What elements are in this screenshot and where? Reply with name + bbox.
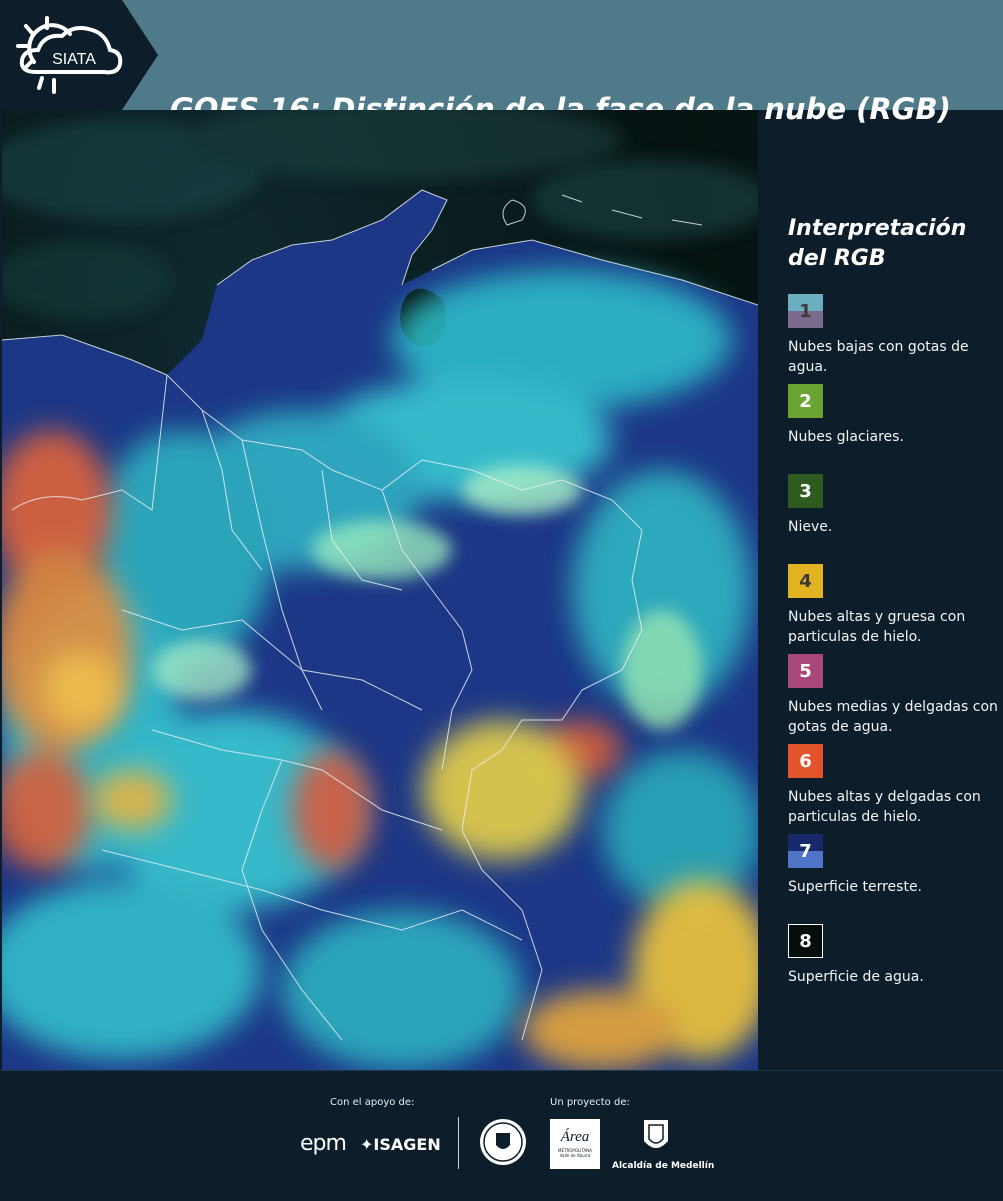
legend-swatch: 1 — [788, 294, 823, 328]
footer: Con el apoyo de: Un proyecto de: epm ✦IS… — [0, 1070, 1003, 1201]
legend-label: Superficie terreste. — [788, 879, 923, 895]
area-metropolitana-logo[interactable]: Área METROPOLITANA Valle de Aburrá — [550, 1119, 600, 1169]
legend-label: Nubes bajas con gotas de agua. — [788, 339, 969, 375]
isagen-star-icon: ✦ — [360, 1135, 374, 1154]
legend-swatch: 3 — [788, 474, 823, 508]
area-sub2: Valle de Aburrá — [559, 1153, 591, 1158]
legend-item: 6 Nubes altas y delgadas con particulas d… — [788, 744, 998, 834]
epm-logo[interactable]: epm — [300, 1131, 347, 1156]
legend-swatch: 2 — [788, 384, 823, 418]
legend-item: 4 Nubes altas y gruesa con particulas de … — [788, 564, 998, 654]
legend-label: Nieve. — [788, 519, 833, 535]
legend-item: 5 Nubes medias y delgadas con gotas de ag… — [788, 654, 998, 744]
siata-logo[interactable]: SIATA — [0, 0, 158, 110]
legend-title: Interpretación del RGB — [788, 214, 998, 274]
satellite-rgb-map[interactable] — [2, 110, 758, 1070]
alcaldia-shield-icon[interactable] — [641, 1117, 671, 1157]
legend-label: Nubes medias y delgadas con gotas de agu… — [788, 699, 998, 735]
legend-title-line1: Interpretación — [788, 216, 967, 241]
legend-title-line2: del RGB — [788, 246, 886, 271]
alcaldia-text: Alcaldía de Medellín — [612, 1161, 715, 1171]
legend-swatch: 5 — [788, 654, 823, 688]
support-label: Con el apoyo de: — [330, 1097, 415, 1108]
legend-item: 2 Nubes glaciares. — [788, 384, 998, 474]
project-label: Un proyecto de: — [550, 1097, 630, 1108]
rgb-image — [2, 110, 758, 1070]
legend-label: Nubes glaciares. — [788, 429, 904, 445]
legend-list: 1 Nubes bajas con gotas de agua. 2 Nubes gl… — [788, 294, 998, 1014]
legend-item: 8 Superficie de agua. — [788, 924, 998, 1014]
sun-cloud-icon: SIATA — [16, 16, 123, 94]
area-text: Área — [560, 1129, 590, 1145]
legend-swatch: 8 — [788, 924, 823, 958]
header-bar: SIATA GOES 16: Distinción de la fase de … — [0, 0, 1003, 240]
legend-label: Nubes altas y gruesa con particulas de h… — [788, 609, 966, 645]
legend-swatch: 4 — [788, 564, 823, 598]
isagen-logo[interactable]: ✦ISAGEN — [360, 1135, 441, 1154]
seal-icon[interactable] — [478, 1117, 528, 1167]
legend-swatch: 6 — [788, 744, 823, 778]
legend-label: Nubes altas y delgadas con particulas de… — [788, 789, 981, 825]
legend-panel: Interpretación del RGB 1 Nubes bajas con … — [788, 214, 998, 1014]
legend-label: Superficie de agua. — [788, 969, 924, 985]
legend-swatch: 7 — [788, 834, 823, 868]
legend-item: 3 Nieve. — [788, 474, 998, 564]
legend-item: 1 Nubes bajas con gotas de agua. — [788, 294, 998, 384]
isagen-text: ISAGEN — [373, 1135, 441, 1154]
logo-text: SIATA — [52, 51, 96, 68]
footer-divider — [458, 1117, 459, 1169]
legend-item: 7 Superficie terreste. — [788, 834, 998, 924]
